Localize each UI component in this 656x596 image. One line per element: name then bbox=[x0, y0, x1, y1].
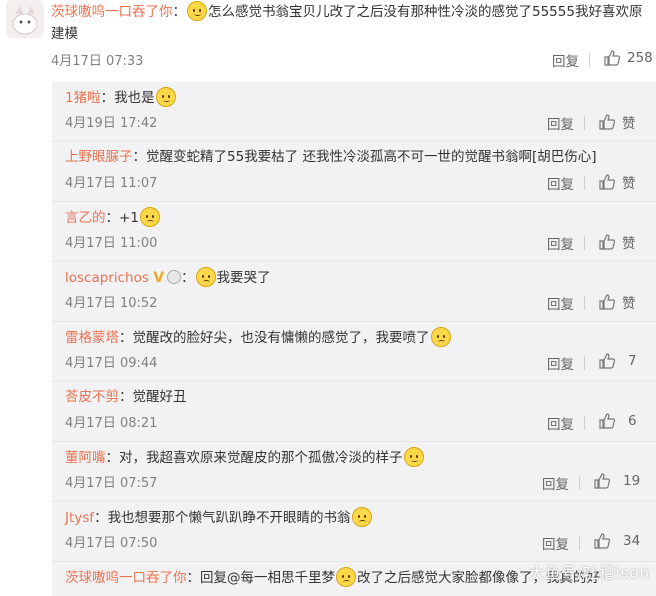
reply-date: 4月19日 17:42 bbox=[65, 116, 158, 131]
reply-button[interactable]: 回复 bbox=[542, 533, 569, 553]
username-link[interactable]: 荅皮不剪 bbox=[65, 389, 119, 405]
username-link[interactable]: Jtysf bbox=[65, 510, 94, 526]
reply-item: loscaprichos V：我要哭了 4月17日 10:52 回复 赞 bbox=[52, 262, 656, 322]
reply-item: 雷格蒙塔：觉醒改的脸好尖，也没有慵懒的感觉了，我要喷了 4月17日 09:44 … bbox=[52, 322, 656, 382]
reply-item: 1猪啦：我也是 4月19日 17:42 回复 赞 bbox=[52, 82, 656, 142]
like-button[interactable]: 19 bbox=[593, 472, 640, 490]
divider bbox=[584, 176, 585, 190]
reply-button[interactable]: 回复 bbox=[547, 233, 574, 253]
sad-emoji-icon bbox=[139, 207, 160, 227]
like-button[interactable]: 7 bbox=[598, 352, 637, 370]
sad-emoji-icon bbox=[336, 567, 356, 587]
divider bbox=[579, 536, 580, 550]
username-link[interactable]: loscaprichos bbox=[65, 270, 149, 286]
like-button[interactable]: 赞 bbox=[598, 112, 636, 132]
divider bbox=[584, 356, 585, 370]
reply-item: 董阿嘴：对，我超喜欢原来觉醒皮的那个孤傲冷淡的样子 4月17日 07:57 回复… bbox=[52, 442, 656, 502]
reply-button[interactable]: 回复 bbox=[547, 113, 574, 133]
like-button[interactable]: 34 bbox=[593, 532, 640, 550]
thumbs-up-icon bbox=[599, 174, 616, 190]
reply-date: 4月17日 11:07 bbox=[65, 176, 158, 191]
divider bbox=[579, 476, 580, 490]
reply-button[interactable]: 回复 bbox=[547, 293, 574, 313]
verified-badge-icon: V bbox=[153, 270, 165, 286]
thumbs-up-icon bbox=[604, 50, 621, 66]
reply-text: 觉醒好丑 bbox=[132, 389, 187, 405]
avatar[interactable] bbox=[6, 0, 44, 38]
reply-text: 我也是 bbox=[114, 90, 155, 106]
like-count: 258 bbox=[627, 50, 653, 66]
reply-date: 4月17日 09:44 bbox=[65, 356, 158, 371]
like-button[interactable]: 6 bbox=[598, 412, 637, 430]
reply-button[interactable]: 回复 bbox=[552, 50, 579, 70]
thumbs-up-icon bbox=[594, 533, 611, 549]
reply-text: 对，我超喜欢原来觉醒皮的那个孤傲冷淡的样子 bbox=[119, 450, 403, 466]
divider bbox=[589, 53, 590, 67]
username-link[interactable]: 上野眼脲子 bbox=[65, 149, 133, 165]
username-link[interactable]: 董阿嘴 bbox=[65, 450, 106, 466]
crying-emoji-icon bbox=[155, 87, 176, 107]
thumbs-up-icon bbox=[599, 114, 616, 130]
reply-date: 4月17日 11:00 bbox=[65, 236, 158, 251]
reply-item: 上野眼脲子：觉醒变蛇精了55我要枯了 还我性冷淡孤高不可一世的觉醒书翁啊[胡巴伤… bbox=[52, 142, 656, 202]
reply-date: 4月17日 10:52 bbox=[65, 296, 158, 311]
like-count: 7 bbox=[628, 353, 637, 369]
thumbs-up-icon bbox=[599, 413, 616, 429]
username-link[interactable]: 言乙的 bbox=[65, 210, 106, 226]
like-count: 34 bbox=[623, 533, 641, 549]
reply-text: 觉醒变蛇精了55我要枯了 还我性冷淡孤高不可一世的觉醒书翁啊[胡巴伤心] bbox=[146, 149, 597, 165]
reply-button[interactable]: 回复 bbox=[542, 473, 569, 493]
medal-icon bbox=[167, 270, 182, 284]
like-button[interactable]: 赞 bbox=[598, 232, 636, 252]
like-button[interactable]: 258 bbox=[603, 49, 653, 67]
reply-text: 我要哭了 bbox=[216, 270, 271, 286]
watermark: 大鱼号/吐槽ison bbox=[529, 564, 650, 582]
username-link[interactable]: 茨球嗷呜一口吞了你 bbox=[51, 4, 173, 20]
like-button[interactable]: 赞 bbox=[598, 292, 636, 312]
reply-button[interactable]: 回复 bbox=[547, 173, 574, 193]
username-link[interactable]: 1猪啦 bbox=[65, 90, 101, 106]
like-count: 19 bbox=[623, 473, 641, 489]
reply-item: 荅皮不剪：觉醒好丑 4月17日 08:21 回复 6 bbox=[52, 382, 656, 442]
thumbs-up-icon bbox=[599, 353, 616, 369]
divider bbox=[584, 296, 585, 310]
reply-button[interactable]: 回复 bbox=[547, 353, 574, 373]
sad-emoji-icon bbox=[351, 507, 372, 527]
like-button[interactable]: 赞 bbox=[598, 172, 636, 192]
divider bbox=[584, 116, 585, 130]
reply-text: +1 bbox=[119, 210, 139, 226]
sad-emoji-icon bbox=[430, 327, 451, 347]
main-comment-text: 茨球嗷呜一口吞了你： 怎么感觉书翁宝贝儿改了之后没有那种性冷淡的感觉了55555我… bbox=[51, 1, 651, 45]
reply-item: Jtysf：我也想要那个懒气趴趴睁不开眼睛的书翁 4月17日 07:50 回复 … bbox=[52, 502, 656, 562]
username-link[interactable]: 茨球嗷呜一口吞了你 bbox=[65, 570, 187, 586]
thumbs-up-icon bbox=[599, 294, 616, 310]
username-link[interactable]: 雷格蒙塔 bbox=[65, 330, 119, 346]
thumbs-up-icon bbox=[599, 234, 616, 250]
divider bbox=[584, 236, 585, 250]
thumbs-up-icon bbox=[594, 473, 611, 489]
crying-emoji-icon bbox=[403, 447, 424, 467]
sad-emoji-icon bbox=[195, 267, 216, 287]
crying-emoji-icon bbox=[187, 1, 207, 21]
reply-date: 4月17日 07:57 bbox=[65, 476, 158, 491]
reply-text: 觉醒改的脸好尖，也没有慵懒的感觉了，我要喷了 bbox=[132, 330, 430, 346]
like-count: 6 bbox=[628, 413, 637, 429]
main-comment: 茨球嗷呜一口吞了你： 怎么感觉书翁宝贝儿改了之后没有那种性冷淡的感觉了55555我… bbox=[0, 0, 656, 80]
reply-date: 4月17日 08:21 bbox=[65, 416, 158, 431]
reply-item: 言乙的：+1 4月17日 11:00 回复 赞 bbox=[52, 202, 656, 262]
reply-date: 4月17日 07:50 bbox=[65, 536, 158, 551]
comment-date: 4月17日 07:33 bbox=[51, 54, 144, 69]
divider bbox=[584, 416, 585, 430]
reply-button[interactable]: 回复 bbox=[547, 413, 574, 433]
reply-list: 1猪啦：我也是 4月19日 17:42 回复 赞 上野眼脲子：觉醒变蛇精了55我… bbox=[52, 82, 656, 596]
reply-text: 我也想要那个懒气趴趴睁不开眼睛的书翁 bbox=[107, 510, 351, 526]
reply-text: 回复@每一相思千里梦 bbox=[200, 570, 335, 586]
